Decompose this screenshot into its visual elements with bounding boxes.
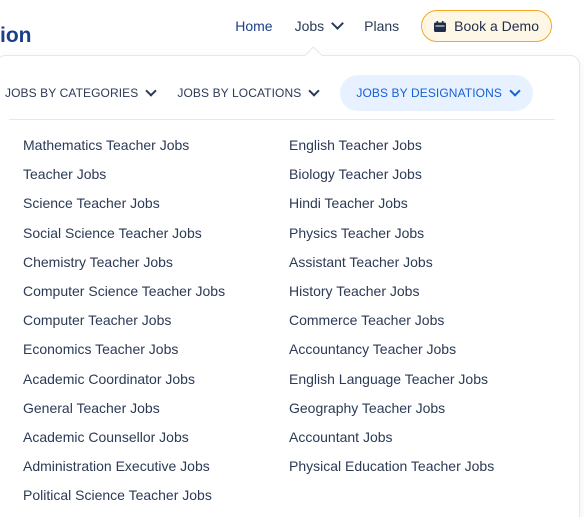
chevron-down-icon	[145, 85, 158, 97]
nav-jobs-label: Jobs	[294, 18, 325, 34]
designation-link[interactable]: Physics Teacher Jobs	[289, 223, 494, 252]
designations-left-column: Mathematics Teacher Jobs Teacher Jobs Scie…	[23, 135, 225, 514]
designation-link[interactable]: Mathematics Teacher Jobs	[23, 135, 225, 164]
designation-link[interactable]: Science Teacher Jobs	[23, 193, 225, 222]
designation-link[interactable]: Chemistry Teacher Jobs	[23, 252, 225, 281]
tab-label: JOBS BY LOCATIONS	[177, 86, 302, 100]
logo-text[interactable]: ion	[0, 24, 32, 48]
dropdown-tabs: JOBS BY CATEGORIES JOBS BY LOCATIONS JOB…	[5, 75, 533, 111]
designation-link[interactable]: Political Science Teacher Jobs	[23, 485, 225, 514]
designation-link[interactable]: Computer Teacher Jobs	[23, 310, 225, 339]
designation-link[interactable]: Hindi Teacher Jobs	[289, 193, 494, 222]
designation-link[interactable]: Teacher Jobs	[23, 164, 225, 193]
designation-link[interactable]: English Language Teacher Jobs	[289, 369, 494, 398]
designation-link[interactable]: Biology Teacher Jobs	[289, 164, 494, 193]
book-demo-label: Book a Demo	[454, 18, 539, 34]
designations-right-column: English Teacher Jobs Biology Teacher Jobs…	[289, 135, 494, 485]
tab-jobs-by-categories[interactable]: JOBS BY CATEGORIES	[5, 75, 158, 111]
tab-jobs-by-designations[interactable]: JOBS BY DESIGNATIONS	[340, 75, 533, 111]
designation-link[interactable]: Commerce Teacher Jobs	[289, 310, 494, 339]
designation-link[interactable]: Accountancy Teacher Jobs	[289, 339, 494, 368]
designation-link[interactable]: Assistant Teacher Jobs	[289, 252, 494, 281]
tab-label: JOBS BY DESIGNATIONS	[356, 86, 502, 100]
designation-link[interactable]: Physical Education Teacher Jobs	[289, 456, 494, 485]
tab-label: JOBS BY CATEGORIES	[5, 86, 139, 100]
designation-link[interactable]: Economics Teacher Jobs	[23, 339, 225, 368]
designation-link[interactable]: Accountant Jobs	[289, 427, 494, 456]
jobs-dropdown-menu: JOBS BY CATEGORIES JOBS BY LOCATIONS JOB…	[0, 46, 580, 517]
designation-link[interactable]: General Teacher Jobs	[23, 398, 225, 427]
nav-jobs-link[interactable]: Jobs	[294, 17, 345, 34]
designation-link[interactable]: Social Science Teacher Jobs	[23, 223, 225, 252]
designation-link[interactable]: Academic Counsellor Jobs	[23, 427, 225, 456]
calendar-icon	[434, 20, 447, 32]
dropdown-divider	[9, 119, 555, 120]
designation-link[interactable]: Administration Executive Jobs	[23, 456, 225, 485]
designation-link[interactable]: English Teacher Jobs	[289, 135, 494, 164]
chevron-down-icon	[308, 85, 321, 97]
designation-link[interactable]: Geography Teacher Jobs	[289, 398, 494, 427]
designation-link[interactable]: Computer Science Teacher Jobs	[23, 281, 225, 310]
designation-link[interactable]: Academic Coordinator Jobs	[23, 369, 225, 398]
dropdown-caret	[304, 46, 323, 65]
designation-link[interactable]: History Teacher Jobs	[289, 281, 494, 310]
page: ion Home Jobs Plans Book a Demo JOBS BY …	[0, 0, 584, 517]
chevron-down-icon	[509, 85, 521, 97]
book-demo-button[interactable]: Book a Demo	[421, 10, 552, 42]
top-navigation: Home Jobs Plans Book a Demo	[235, 10, 552, 42]
tab-jobs-by-locations[interactable]: JOBS BY LOCATIONS	[177, 75, 321, 111]
chevron-down-icon	[331, 17, 345, 30]
nav-plans-link[interactable]: Plans	[364, 18, 399, 34]
nav-home-link[interactable]: Home	[235, 18, 272, 34]
